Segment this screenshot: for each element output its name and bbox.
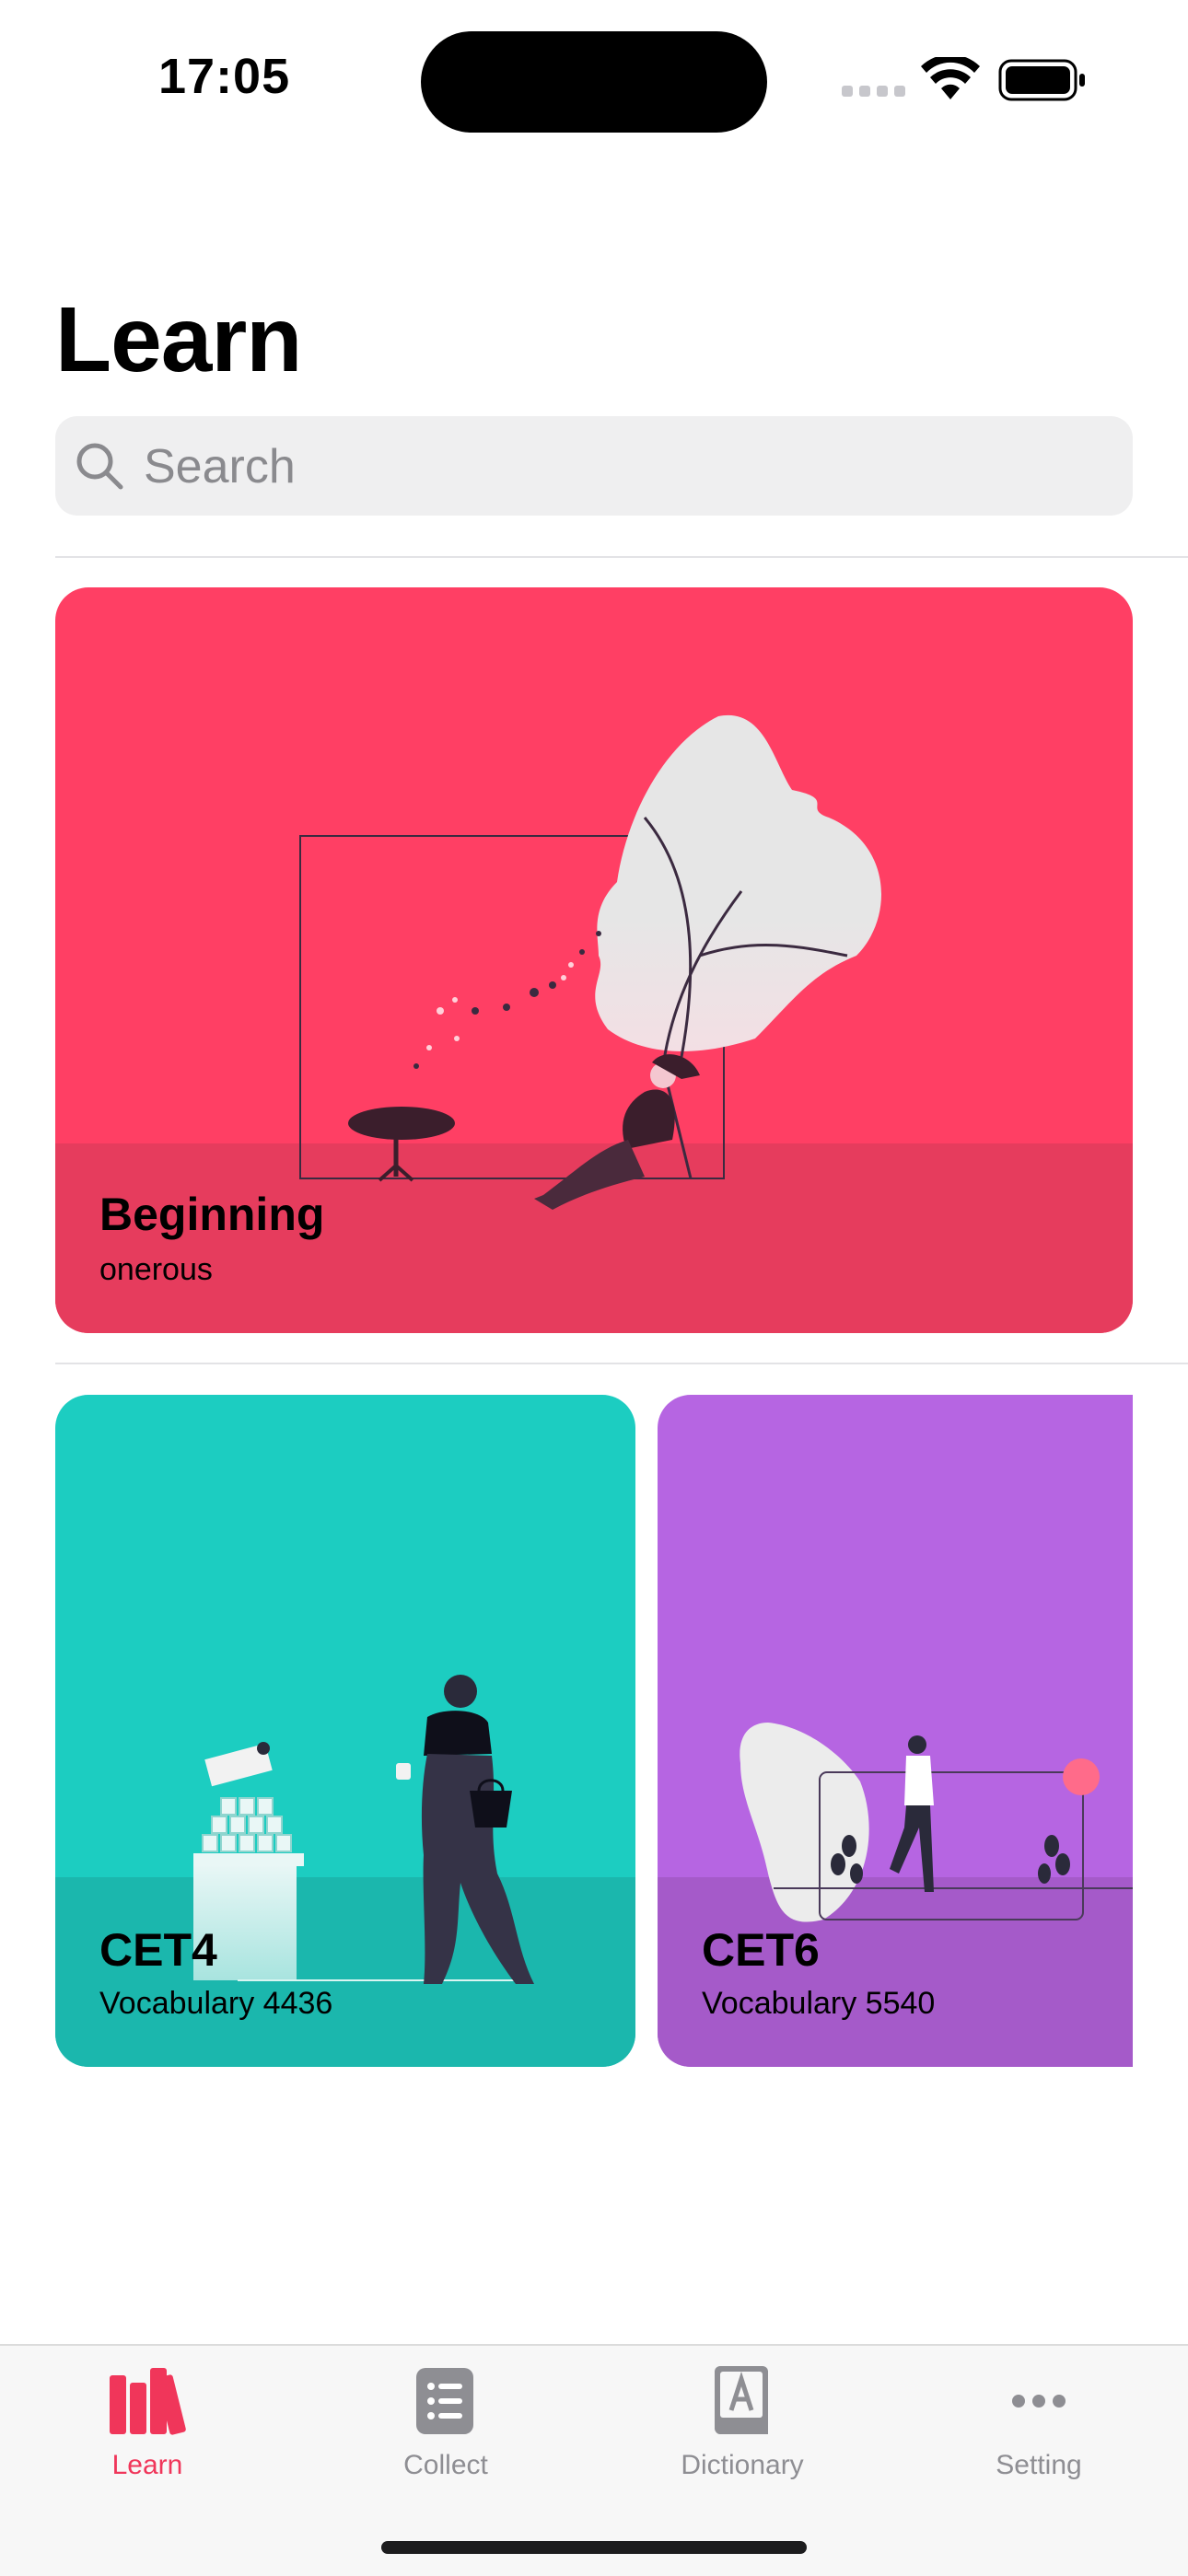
cellular-signal-icon [842, 85, 912, 101]
card-title: CET4 [99, 1924, 217, 1976]
tab-label: Dictionary [681, 2450, 804, 2480]
divider [55, 1363, 1188, 1364]
card-subtitle: Vocabulary 5540 [702, 1986, 936, 2021]
divider [55, 556, 1188, 558]
tab-collect[interactable]: Collect [344, 2364, 547, 2481]
card-cet6[interactable]: CET6 Vocabulary 5540 [658, 1395, 1133, 2067]
dynamic-island [421, 31, 767, 133]
search-input[interactable] [142, 438, 1066, 495]
search-bar[interactable] [55, 416, 1133, 516]
tab-label: Learn [111, 2450, 183, 2480]
search-icon [76, 443, 123, 490]
card-title: CET6 [702, 1924, 820, 1976]
card-beginning[interactable]: Beginning onerous [55, 587, 1133, 1333]
tab-label: Setting [996, 2450, 1082, 2480]
more-icon [1012, 2395, 1066, 2408]
card-title: Beginning [99, 1189, 325, 1240]
card-subtitle: onerous [99, 1252, 213, 1287]
status-time: 17:05 [158, 49, 291, 104]
card-subtitle: Vocabulary 4436 [99, 1986, 333, 2021]
tab-setting[interactable]: Setting [938, 2364, 1140, 2481]
card-cet4[interactable]: CET4 Vocabulary 4436 [55, 1395, 635, 2067]
page-title: Learn [55, 288, 302, 391]
books-icon [110, 2368, 186, 2435]
home-indicator[interactable] [381, 2541, 807, 2554]
wifi-icon [921, 57, 980, 99]
tab-dictionary[interactable]: Dictionary [641, 2364, 844, 2481]
list-icon [416, 2368, 473, 2434]
battery-icon [998, 59, 1085, 101]
tab-label: Collect [403, 2450, 488, 2480]
tab-learn[interactable]: Learn [46, 2364, 249, 2481]
dictionary-icon [715, 2366, 768, 2434]
